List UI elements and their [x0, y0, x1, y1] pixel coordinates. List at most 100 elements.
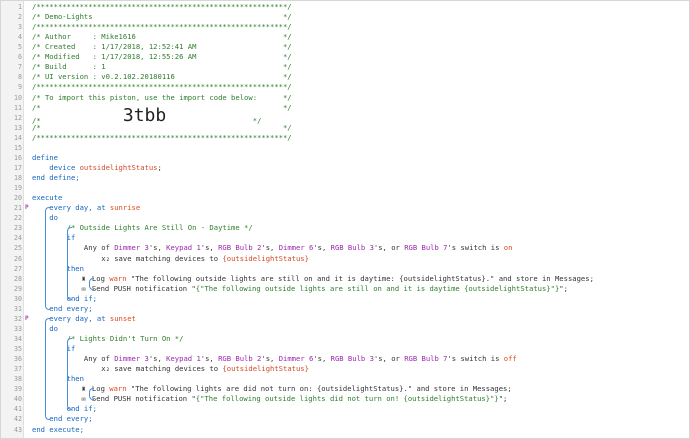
- line-code: ♜ Log warn "The following lights are did…: [32, 384, 512, 394]
- code-token: ";: [498, 394, 508, 404]
- line-number: 31: [14, 304, 22, 313]
- line-number: 27: [14, 264, 22, 273]
- line-number: 26: [14, 254, 22, 263]
- log-icon: ♜: [81, 385, 86, 394]
- line-code: x₂ save matching devices to {outsideligh…: [32, 364, 309, 374]
- line-number: 30: [14, 294, 22, 303]
- keyword: then: [32, 263, 84, 273]
- code-line: 15: [1, 143, 689, 153]
- line-number: 8: [18, 73, 22, 82]
- code-editor: 1 /**************************************…: [0, 0, 690, 439]
- line-code: ✉ Send PUSH notification "{"The followin…: [32, 394, 508, 404]
- code-line: 39 ♜ Log warn "The following lights are …: [1, 384, 689, 394]
- if-block-bracket: [67, 227, 72, 300]
- line-number: 9: [18, 83, 22, 92]
- line-code: /* UI version : v0.2.102.20180116 */: [32, 72, 292, 82]
- code-line: 29 ✉ Send PUSH notification "{"The follo…: [1, 284, 689, 294]
- code-line: 23 /* Outside Lights Are Still On - Dayt…: [1, 223, 689, 233]
- code-line: 9 /**************************************…: [1, 82, 689, 92]
- notification-message: {"The following outside lights did not t…: [195, 394, 499, 404]
- line-code: then: [32, 264, 84, 274]
- code-line: 20 execute: [1, 193, 689, 203]
- code-line: 24 if: [1, 233, 689, 243]
- code-line: 1 /**************************************…: [1, 2, 689, 12]
- keyword: every day, at: [32, 203, 110, 213]
- code-line: 7 /* Build : 1 */: [1, 62, 689, 72]
- code-token: 's,: [313, 354, 331, 364]
- line-number: 35: [14, 345, 22, 354]
- line-number: 42: [14, 415, 22, 424]
- line-code: /* Created : 1/17/2018, 12:52:41 AM */: [32, 42, 292, 52]
- device-name: RGB Bulb 3: [330, 243, 374, 253]
- line-number: 16: [14, 153, 22, 162]
- line-number: 4: [18, 33, 22, 42]
- code-token: 's,: [313, 243, 331, 253]
- line-code: end every;: [32, 414, 92, 424]
- statement-marker[interactable]: P: [25, 204, 30, 212]
- line-number: 34: [14, 334, 22, 343]
- code-token: Send PUSH notification ": [87, 394, 196, 404]
- notification-message: {"The following outside lights are still…: [195, 283, 560, 293]
- line-number: 39: [14, 385, 22, 394]
- line-code: end if;: [32, 404, 97, 414]
- device-name: Dimmer 3: [114, 243, 149, 253]
- code-line: 17 device outsidelightStatus;: [1, 163, 689, 173]
- line-number: 20: [14, 194, 22, 203]
- code-token: ;: [157, 162, 162, 172]
- variable-name: {outsidelightStatus}: [222, 253, 309, 263]
- notification-icon: ✉: [81, 395, 86, 404]
- code-line: 13 /* */: [1, 123, 689, 133]
- line-code: Any of Dimmer 3's, Keypad 1's, RGB Bulb …: [32, 243, 512, 253]
- code-token: 's, or: [373, 243, 405, 253]
- line-code: /* To import this piston, use the import…: [32, 92, 292, 102]
- device-name: Keypad 1: [166, 243, 201, 253]
- code-line: 35 if: [1, 344, 689, 354]
- device-name: RGB Bulb 3: [330, 354, 374, 364]
- code-line: 43 end execute;: [1, 425, 689, 435]
- code-token: 's,: [200, 243, 219, 253]
- line-code: end execute;: [32, 425, 84, 435]
- line-code: execute: [32, 193, 62, 203]
- statement-marker[interactable]: P: [25, 315, 30, 323]
- line-number: 2: [18, 13, 22, 22]
- line-number: 17: [14, 163, 22, 172]
- line-number: 10: [14, 93, 22, 102]
- code-line: 30 end if;: [1, 294, 689, 304]
- keyword: end if;: [32, 293, 97, 303]
- line-number: 29: [14, 284, 22, 293]
- log-message: "The following outside lights are still …: [126, 273, 594, 283]
- code-line: 40 ✉ Send PUSH notification "{"The follo…: [1, 394, 689, 404]
- code-token: 's,: [200, 354, 219, 364]
- code-line: 32 every day, at sunset: [1, 314, 689, 324]
- code-line: 8 /* UI version : v0.2.102.20180116 */: [1, 72, 689, 82]
- line-code: device outsidelightStatus;: [32, 163, 162, 173]
- line-code: /* Outside Lights Are Still On - Daytime…: [32, 223, 253, 233]
- code-line: 10 /* To import this piston, use the impo…: [1, 93, 689, 103]
- comment: /* Lights Didn't Turn On */: [32, 333, 184, 343]
- line-code: /***************************************…: [32, 22, 292, 32]
- every-block-bracket: [45, 207, 50, 310]
- code-line: 11/* */: [1, 103, 689, 113]
- condition-value: on: [503, 243, 513, 253]
- action-block-bracket: [89, 388, 94, 401]
- line-number: 19: [14, 184, 22, 193]
- line-number: 41: [14, 405, 22, 414]
- code-line: 28 ♜ Log warn "The following outside lig…: [1, 274, 689, 284]
- time-value: sunset: [109, 313, 136, 323]
- line-code: ♜ Log warn "The following outside lights…: [32, 274, 594, 284]
- line-number: 7: [18, 63, 22, 72]
- line-number: 6: [18, 53, 22, 62]
- action-block-bracket: [89, 277, 94, 290]
- line-code: ✉ Send PUSH notification "{"The followin…: [32, 284, 568, 294]
- line-number: 40: [14, 395, 22, 404]
- line-number: 22: [14, 214, 22, 223]
- keyword: define: [32, 152, 58, 162]
- code-line: 19: [1, 183, 689, 193]
- variable-name: outsidelightStatus: [79, 162, 158, 172]
- line-number: 36: [14, 355, 22, 364]
- code-line: 38 then: [1, 374, 689, 384]
- line-code: end every;: [32, 304, 92, 314]
